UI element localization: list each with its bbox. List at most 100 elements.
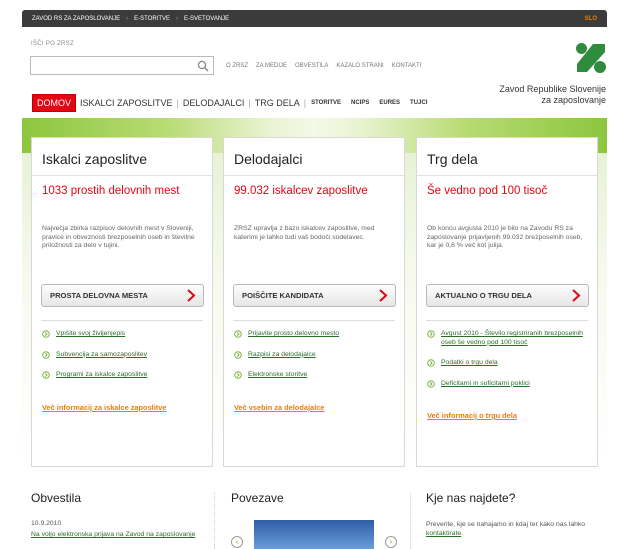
link-programi[interactable]: Programi za iskalce zaposlitve [56, 371, 147, 380]
list-item: Deficitarni in suficitarni poklici [427, 380, 592, 389]
list-item: Razpisi za delodajalce [234, 351, 399, 360]
poiscite-kandidata-button[interactable]: POIŠČITE KANDIDATA [233, 284, 396, 307]
link-za-medije[interactable]: ZA MEDIJE [256, 63, 287, 69]
card-iskalci: Iskalci zaposlitve 1033 prostih delovnih… [31, 137, 213, 467]
card-description: Največja zbirka razpisov delovnih mest v… [42, 225, 195, 250]
search-icon[interactable] [197, 60, 209, 72]
list-item: Podatki o trgu dela [427, 359, 592, 368]
circle-arrow-icon [427, 330, 435, 338]
chevron-right-icon [379, 289, 388, 302]
card-headline[interactable]: 1033 prostih delovnih mest [42, 185, 179, 197]
card-description: ZRSZ upravlja z bazo iskalcev zaposlitve… [234, 225, 375, 241]
organization-name: Zavod Republike Slovenije za zaposlovanj… [499, 84, 606, 106]
link-o-zrsz[interactable]: O ZRSZ [226, 63, 248, 69]
circle-arrow-icon [427, 379, 435, 388]
link-obvestila[interactable]: OBVESTILA [295, 63, 328, 69]
zrsz-logo[interactable] [575, 42, 607, 74]
search-label: IŠČI PO ZRSZ [31, 41, 74, 47]
find-us-end: . [461, 529, 464, 537]
org-name-line1: Zavod Republike Slovenije [499, 84, 606, 94]
card-divider [224, 175, 404, 176]
nav-home[interactable]: DOMOV [32, 94, 77, 112]
news-date: 10.9.2010 [31, 520, 62, 527]
link-subvencija[interactable]: Subvencija za samozaposlitev [56, 351, 147, 360]
link-razpisi[interactable]: Razpisi za delodajalce [248, 351, 316, 360]
carousel-next-button[interactable]: › [385, 536, 397, 548]
chevron-right-icon [572, 289, 581, 302]
column-divider [214, 492, 215, 549]
card-divider [417, 175, 597, 176]
list-item: Programi za iskalce zaposlitve [42, 371, 207, 380]
column-divider [410, 492, 411, 549]
nav-tujci[interactable]: TUJCI [405, 100, 432, 106]
news-link[interactable]: Na voljo elektronska prijava na Zavod na… [31, 531, 201, 540]
list-item: Elektronske storitve [234, 371, 399, 380]
button-label: AKTUALNO O TRGU DELA [435, 291, 533, 300]
more-link-trg-dela[interactable]: Več informacij o trgu dela [427, 411, 517, 420]
search-input[interactable] [31, 58, 213, 76]
link-deficitarni-poklici[interactable]: Deficitarni in suficitarni poklici [441, 380, 530, 389]
contact-link[interactable]: kontaktirate [426, 530, 461, 537]
news-title: Obvestila [31, 491, 82, 505]
find-us-text: Preverite, kje se nahajamo in kdaj ter k… [426, 521, 606, 538]
card-divider [233, 320, 395, 321]
prosta-delovna-mesta-button[interactable]: PROSTA DELOVNA MESTA [41, 284, 204, 307]
more-link-iskalci[interactable]: Več informacij za iskalce zaposlitve [42, 403, 166, 412]
list-item: Avgust 2010 - Število registriranih brez… [427, 330, 592, 347]
card-headline[interactable]: Še vedno pod 100 tisoč [427, 185, 547, 197]
link-kazalo-strani[interactable]: KAZALO STRANI [336, 63, 383, 69]
search-box [30, 56, 214, 76]
main-nav: DOMOV ISKALCI ZAPOSLITVE | DELODAJALCI |… [32, 94, 432, 112]
topbar-link-zrsz[interactable]: ZAVOD RS ZA ZAPOSLOVANJE [32, 16, 120, 22]
nav-eures[interactable]: EURES [374, 100, 405, 106]
list-item: Prijavite prosto delovno mesto [234, 330, 399, 339]
links-title: Povezave [231, 491, 284, 505]
circle-arrow-icon [234, 371, 242, 379]
button-label: PROSTA DELOVNA MESTA [50, 291, 148, 300]
topbar-link-esvetovanje[interactable]: E-SVETOVANJE [184, 16, 229, 22]
button-label: POIŠČITE KANDIDATA [242, 291, 324, 300]
nav-delodajalci[interactable]: DELODAJALCI [179, 98, 249, 108]
nav-ncips[interactable]: NCIPS [346, 100, 374, 106]
carousel-prev-button[interactable]: ‹ [231, 536, 243, 548]
chevron-right-icon [187, 289, 196, 302]
nav-iskalci[interactable]: ISKALCI ZAPOSLITVE [76, 98, 177, 108]
card-delodajalci: Delodajalci 99.032 iskalcev zaposlitve Z… [223, 137, 405, 467]
link-prijavite-mesto[interactable]: Prijavite prosto delovno mesto [248, 330, 339, 339]
find-us-title: Kje nas najdete? [426, 491, 516, 505]
circle-arrow-icon [42, 371, 50, 379]
circle-arrow-icon [42, 330, 50, 338]
card-link-list: Prijavite prosto delovno mesto Razpisi z… [234, 330, 399, 392]
utility-links: O ZRSZ ZA MEDIJE OBVESTILA KAZALO STRANI… [226, 63, 421, 69]
org-name-line2: za zaposlovanje [541, 95, 606, 105]
list-item: Subvencija za samozaposlitev [42, 351, 207, 360]
link-kontakti[interactable]: KONTAKTI [392, 63, 422, 69]
top-bar: ZAVOD RS ZA ZAPOSLOVANJE › E-STORITVE › … [22, 10, 607, 27]
more-link-delodajalci[interactable]: Več vsebin za delodajalce [234, 403, 324, 412]
link-avgust-2010[interactable]: Avgust 2010 - Število registriranih brez… [441, 330, 592, 347]
card-title: Iskalci zaposlitve [42, 151, 148, 167]
topbar-separator: › [176, 15, 179, 22]
circle-arrow-icon [427, 359, 435, 367]
link-elektronske-storitve[interactable]: Elektronske storitve [248, 371, 307, 380]
card-trg-dela: Trg dela Še vedno pod 100 tisoč Ob koncu… [416, 137, 598, 467]
aktualno-trg-dela-button[interactable]: AKTUALNO O TRGU DELA [426, 284, 589, 307]
circle-arrow-icon [42, 350, 50, 359]
topbar-separator: › [126, 15, 129, 22]
language-switch[interactable]: SLO [585, 16, 597, 22]
nav-storitve[interactable]: STORITVE [306, 100, 346, 106]
card-divider [426, 320, 588, 321]
card-divider [41, 320, 203, 321]
card-divider [32, 175, 212, 176]
circle-arrow-icon [234, 330, 242, 338]
list-item: Vpišite svoj življenjepis [42, 330, 207, 339]
circle-arrow-icon [234, 350, 242, 359]
nav-trg-dela[interactable]: TRG DELA [251, 98, 304, 108]
links-banner-image[interactable] [254, 520, 374, 549]
card-link-list: Vpišite svoj življenjepis Subvencija za … [42, 330, 207, 392]
card-headline[interactable]: 99.032 iskalcev zaposlitve [234, 185, 368, 197]
link-podatki-trg-dela[interactable]: Podatki o trgu dela [441, 359, 498, 368]
topbar-link-estoritve[interactable]: E-STORITVE [134, 16, 170, 22]
link-vpisite-zivljenjepis[interactable]: Vpišite svoj življenjepis [56, 330, 125, 339]
card-description: Ob koncu avgusta 2010 je bilo na Zavodu … [427, 225, 583, 250]
